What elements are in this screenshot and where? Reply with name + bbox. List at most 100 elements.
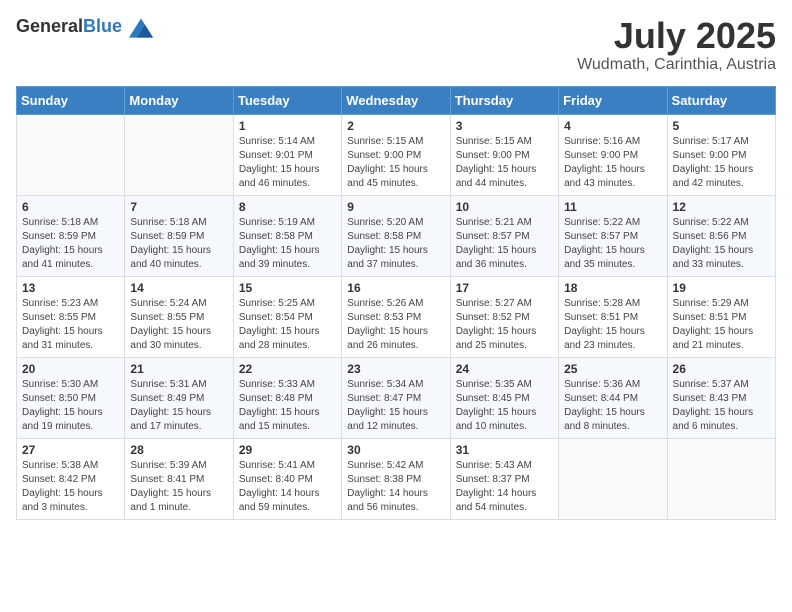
day-number: 1 <box>239 119 336 133</box>
day-info: Sunrise: 5:18 AM Sunset: 8:59 PM Dayligh… <box>22 216 119 272</box>
day-number: 13 <box>22 281 119 295</box>
calendar-week-3: 13 Sunrise: 5:23 AM Sunset: 8:55 PM Dayli… <box>17 276 776 357</box>
day-info: Sunrise: 5:21 AM Sunset: 8:57 PM Dayligh… <box>456 216 553 272</box>
day-info: Sunrise: 5:31 AM Sunset: 8:49 PM Dayligh… <box>130 378 227 434</box>
day-number: 3 <box>456 119 553 133</box>
calendar-cell: 28 Sunrise: 5:39 AM Sunset: 8:41 PM Dayli… <box>125 438 233 519</box>
calendar-cell: 5 Sunrise: 5:17 AM Sunset: 9:00 PM Daylig… <box>667 114 775 195</box>
day-info: Sunrise: 5:33 AM Sunset: 8:48 PM Dayligh… <box>239 378 336 434</box>
day-number: 18 <box>564 281 661 295</box>
calendar-cell <box>125 114 233 195</box>
day-number: 9 <box>347 200 444 214</box>
day-info: Sunrise: 5:36 AM Sunset: 8:44 PM Dayligh… <box>564 378 661 434</box>
day-number: 28 <box>130 443 227 457</box>
day-info: Sunrise: 5:30 AM Sunset: 8:50 PM Dayligh… <box>22 378 119 434</box>
weekday-header-thursday: Thursday <box>450 86 558 114</box>
calendar-cell: 27Sunrise: 5:38 AM Sunset: 8:42 PM Dayli… <box>17 438 125 519</box>
weekday-header-sunday: Sunday <box>17 86 125 114</box>
calendar-cell: 16Sunrise: 5:26 AM Sunset: 8:53 PM Dayli… <box>342 276 450 357</box>
day-number: 4 <box>564 119 661 133</box>
calendar-cell: 9 Sunrise: 5:20 AM Sunset: 8:58 PM Daylig… <box>342 195 450 276</box>
day-number: 24 <box>456 362 553 376</box>
logo-icon <box>129 16 153 40</box>
calendar-cell: 15Sunrise: 5:25 AM Sunset: 8:54 PM Dayli… <box>233 276 341 357</box>
day-info: Sunrise: 5:16 AM Sunset: 9:00 PM Dayligh… <box>564 135 661 191</box>
day-info: Sunrise: 5:19 AM Sunset: 8:58 PM Dayligh… <box>239 216 336 272</box>
calendar-cell: 7Sunrise: 5:18 AM Sunset: 8:59 PM Daylig… <box>125 195 233 276</box>
calendar-cell: 24 Sunrise: 5:35 AM Sunset: 8:45 PM Dayli… <box>450 357 558 438</box>
calendar-cell: 20 Sunrise: 5:30 AM Sunset: 8:50 PM Dayli… <box>17 357 125 438</box>
day-number: 15 <box>239 281 336 295</box>
day-number: 21 <box>130 362 227 376</box>
day-number: 5 <box>673 119 770 133</box>
calendar-cell: 13 Sunrise: 5:23 AM Sunset: 8:55 PM Dayli… <box>17 276 125 357</box>
calendar-week-1: 1 Sunrise: 5:14 AM Sunset: 9:01 PM Daylig… <box>17 114 776 195</box>
location-title: Wudmath, Carinthia, Austria <box>577 56 776 74</box>
day-number: 20 <box>22 362 119 376</box>
calendar-week-4: 20 Sunrise: 5:30 AM Sunset: 8:50 PM Dayli… <box>17 357 776 438</box>
calendar-cell: 29Sunrise: 5:41 AM Sunset: 8:40 PM Dayli… <box>233 438 341 519</box>
calendar-cell <box>17 114 125 195</box>
calendar-cell: 22Sunrise: 5:33 AM Sunset: 8:48 PM Dayli… <box>233 357 341 438</box>
day-info: Sunrise: 5:14 AM Sunset: 9:01 PM Dayligh… <box>239 135 336 191</box>
day-info: Sunrise: 5:43 AM Sunset: 8:37 PM Dayligh… <box>456 459 553 515</box>
day-info: Sunrise: 5:28 AM Sunset: 8:51 PM Dayligh… <box>564 297 661 353</box>
day-number: 2 <box>347 119 444 133</box>
day-number: 6 <box>22 200 119 214</box>
month-title: July 2025 <box>577 16 776 56</box>
day-number: 29 <box>239 443 336 457</box>
calendar-cell: 11Sunrise: 5:22 AM Sunset: 8:57 PM Dayli… <box>559 195 667 276</box>
weekday-header-wednesday: Wednesday <box>342 86 450 114</box>
calendar-cell: 4 Sunrise: 5:16 AM Sunset: 9:00 PM Daylig… <box>559 114 667 195</box>
day-info: Sunrise: 5:23 AM Sunset: 8:55 PM Dayligh… <box>22 297 119 353</box>
day-number: 23 <box>347 362 444 376</box>
calendar-cell: 25 Sunrise: 5:36 AM Sunset: 8:44 PM Dayli… <box>559 357 667 438</box>
day-info: Sunrise: 5:27 AM Sunset: 8:52 PM Dayligh… <box>456 297 553 353</box>
day-number: 27 <box>22 443 119 457</box>
calendar-cell: 14 Sunrise: 5:24 AM Sunset: 8:55 PM Dayli… <box>125 276 233 357</box>
calendar-cell: 19 Sunrise: 5:29 AM Sunset: 8:51 PM Dayli… <box>667 276 775 357</box>
day-number: 16 <box>347 281 444 295</box>
calendar-cell: 17Sunrise: 5:27 AM Sunset: 8:52 PM Dayli… <box>450 276 558 357</box>
calendar-cell: 12Sunrise: 5:22 AM Sunset: 8:56 PM Dayli… <box>667 195 775 276</box>
day-number: 31 <box>456 443 553 457</box>
day-number: 26 <box>673 362 770 376</box>
day-info: Sunrise: 5:20 AM Sunset: 8:58 PM Dayligh… <box>347 216 444 272</box>
day-number: 10 <box>456 200 553 214</box>
calendar-cell: 6 Sunrise: 5:18 AM Sunset: 8:59 PM Daylig… <box>17 195 125 276</box>
calendar-cell: 18 Sunrise: 5:28 AM Sunset: 8:51 PM Dayli… <box>559 276 667 357</box>
calendar-cell: 21 Sunrise: 5:31 AM Sunset: 8:49 PM Dayli… <box>125 357 233 438</box>
calendar-cell: 8Sunrise: 5:19 AM Sunset: 8:58 PM Daylig… <box>233 195 341 276</box>
day-number: 14 <box>130 281 227 295</box>
logo-text: GeneralBlue <box>16 16 153 40</box>
day-info: Sunrise: 5:18 AM Sunset: 8:59 PM Dayligh… <box>130 216 227 272</box>
weekday-header-friday: Friday <box>559 86 667 114</box>
day-number: 19 <box>673 281 770 295</box>
day-info: Sunrise: 5:35 AM Sunset: 8:45 PM Dayligh… <box>456 378 553 434</box>
day-number: 30 <box>347 443 444 457</box>
day-info: Sunrise: 5:15 AM Sunset: 9:00 PM Dayligh… <box>347 135 444 191</box>
calendar-cell: 31 Sunrise: 5:43 AM Sunset: 8:37 PM Dayli… <box>450 438 558 519</box>
calendar-cell: 3Sunrise: 5:15 AM Sunset: 9:00 PM Daylig… <box>450 114 558 195</box>
day-info: Sunrise: 5:42 AM Sunset: 8:38 PM Dayligh… <box>347 459 444 515</box>
title-block: July 2025 Wudmath, Carinthia, Austria <box>577 16 776 74</box>
logo: GeneralBlue <box>16 16 153 40</box>
weekday-header-saturday: Saturday <box>667 86 775 114</box>
day-info: Sunrise: 5:22 AM Sunset: 8:56 PM Dayligh… <box>673 216 770 272</box>
calendar-cell <box>667 438 775 519</box>
calendar-cell: 1 Sunrise: 5:14 AM Sunset: 9:01 PM Daylig… <box>233 114 341 195</box>
calendar-cell: 10 Sunrise: 5:21 AM Sunset: 8:57 PM Dayli… <box>450 195 558 276</box>
calendar-cell: 30 Sunrise: 5:42 AM Sunset: 8:38 PM Dayli… <box>342 438 450 519</box>
day-info: Sunrise: 5:39 AM Sunset: 8:41 PM Dayligh… <box>130 459 227 515</box>
day-info: Sunrise: 5:17 AM Sunset: 9:00 PM Dayligh… <box>673 135 770 191</box>
day-info: Sunrise: 5:34 AM Sunset: 8:47 PM Dayligh… <box>347 378 444 434</box>
calendar-week-2: 6 Sunrise: 5:18 AM Sunset: 8:59 PM Daylig… <box>17 195 776 276</box>
page-header: GeneralBlue July 2025 Wudmath, Carinthia… <box>16 16 776 74</box>
weekday-header-row: SundayMondayTuesdayWednesdayThursdayFrid… <box>17 86 776 114</box>
day-number: 25 <box>564 362 661 376</box>
calendar-cell <box>559 438 667 519</box>
day-info: Sunrise: 5:22 AM Sunset: 8:57 PM Dayligh… <box>564 216 661 272</box>
day-info: Sunrise: 5:24 AM Sunset: 8:55 PM Dayligh… <box>130 297 227 353</box>
logo-blue: Blue <box>83 16 122 36</box>
day-info: Sunrise: 5:29 AM Sunset: 8:51 PM Dayligh… <box>673 297 770 353</box>
